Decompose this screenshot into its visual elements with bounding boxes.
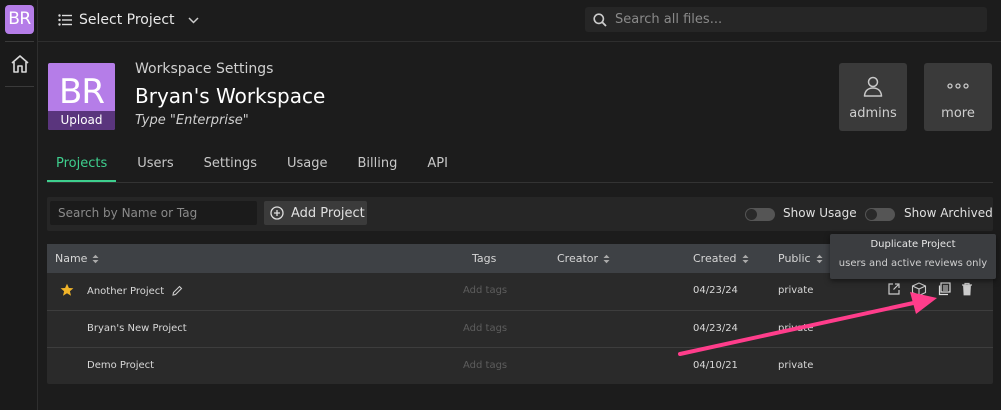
show-archived-toggle[interactable] (865, 208, 895, 221)
workspace-type: Type "Enterprise" (135, 113, 249, 128)
archive-box-icon[interactable] (911, 282, 927, 296)
tab-billing[interactable]: Billing (349, 156, 407, 182)
workspace-logo[interactable]: BR (5, 5, 34, 34)
avatar-initials: BR (59, 72, 105, 112)
admins-button[interactable]: admins (839, 63, 907, 131)
add-tags[interactable]: Add tags (463, 285, 507, 296)
show-usage-toggle[interactable] (745, 208, 775, 221)
column-name-label: Name (55, 252, 88, 265)
chevron-down-icon (188, 16, 199, 24)
project-name-text: Bryan's New Project (87, 323, 187, 334)
pencil-icon[interactable] (171, 285, 183, 297)
project-name-text: Demo Project (87, 360, 155, 371)
project-filter[interactable] (50, 201, 257, 225)
duplicate-icon[interactable] (937, 282, 951, 296)
rail-divider (5, 86, 34, 87)
settings-tabs: Projects Users Settings Usage Billing AP… (47, 156, 469, 182)
column-tags: Tags (472, 252, 496, 265)
workspace-avatar[interactable]: BR Upload (48, 63, 115, 130)
projects-toolbar: Add Project Show Usage Show Archived (47, 197, 993, 231)
select-project-dropdown[interactable]: Select Project (58, 9, 199, 31)
user-icon (863, 76, 883, 97)
list-icon (58, 14, 72, 26)
admins-label: admins (849, 106, 897, 121)
home-icon[interactable] (9, 53, 31, 75)
upload-button[interactable]: Upload (48, 111, 115, 130)
add-project-button[interactable]: Add Project (264, 201, 367, 225)
more-button[interactable]: more (924, 63, 992, 131)
global-search[interactable] (585, 7, 987, 32)
duplicate-tooltip: Duplicate Project users and active revie… (830, 234, 996, 279)
add-project-label: Add Project (291, 205, 365, 221)
project-name[interactable]: Demo Project (87, 360, 154, 371)
tab-users[interactable]: Users (128, 156, 182, 182)
sort-icon (816, 254, 823, 263)
search-input[interactable] (615, 12, 975, 27)
trash-icon[interactable] (961, 282, 973, 296)
project-filter-input[interactable] (58, 201, 253, 225)
tooltip-subtitle: users and active reviews only (838, 258, 988, 269)
left-rail: BR (0, 0, 38, 410)
workspace-settings-label: Workspace Settings (135, 61, 274, 77)
column-public-label: Public (778, 252, 811, 265)
add-tags[interactable]: Add tags (463, 360, 507, 371)
tab-settings[interactable]: Settings (195, 156, 266, 182)
row-actions (887, 282, 973, 296)
column-creator-label: Creator (557, 252, 599, 265)
column-tags-label: Tags (472, 252, 497, 265)
created-date: 04/10/21 (693, 360, 738, 371)
star-icon[interactable] (60, 283, 74, 297)
tab-projects[interactable]: Projects (47, 156, 117, 182)
plus-circle-icon (270, 206, 284, 220)
created-date: 04/23/24 (693, 285, 738, 296)
top-bar: Select Project (38, 0, 1001, 42)
project-name-text: Another Project (87, 285, 165, 297)
sort-icon (603, 254, 610, 263)
tab-usage[interactable]: Usage (278, 156, 337, 182)
column-name[interactable]: Name (55, 252, 99, 265)
more-label: more (941, 106, 975, 121)
project-name[interactable]: Another Project (87, 285, 183, 297)
column-creator[interactable]: Creator (557, 252, 610, 265)
show-archived-label: Show Archived (904, 206, 993, 220)
tooltip-title: Duplicate Project (870, 239, 956, 250)
sort-icon (92, 254, 99, 263)
project-name[interactable]: Bryan's New Project (87, 323, 187, 334)
visibility-value: private (778, 360, 814, 371)
column-created[interactable]: Created (693, 252, 749, 265)
column-public[interactable]: Public (778, 252, 823, 265)
rail-divider (5, 41, 34, 42)
table-row[interactable]: Demo Project Add tags 04/10/21 private (47, 347, 993, 384)
created-date: 04/23/24 (693, 323, 738, 334)
external-link-icon[interactable] (887, 282, 901, 296)
workspace-name: Bryan's Workspace (135, 84, 326, 108)
search-icon (593, 12, 607, 27)
show-usage-label: Show Usage (783, 206, 857, 220)
add-tags[interactable]: Add tags (463, 323, 507, 334)
select-project-label: Select Project (79, 12, 175, 28)
column-created-label: Created (693, 252, 737, 265)
sort-icon (742, 254, 749, 263)
visibility-value: private (778, 285, 814, 296)
ellipsis-icon (947, 83, 969, 89)
visibility-value: private (778, 323, 814, 334)
table-row[interactable]: Bryan's New Project Add tags 04/23/24 pr… (47, 310, 993, 347)
tabs-divider (47, 182, 993, 183)
tab-api[interactable]: API (418, 156, 457, 182)
